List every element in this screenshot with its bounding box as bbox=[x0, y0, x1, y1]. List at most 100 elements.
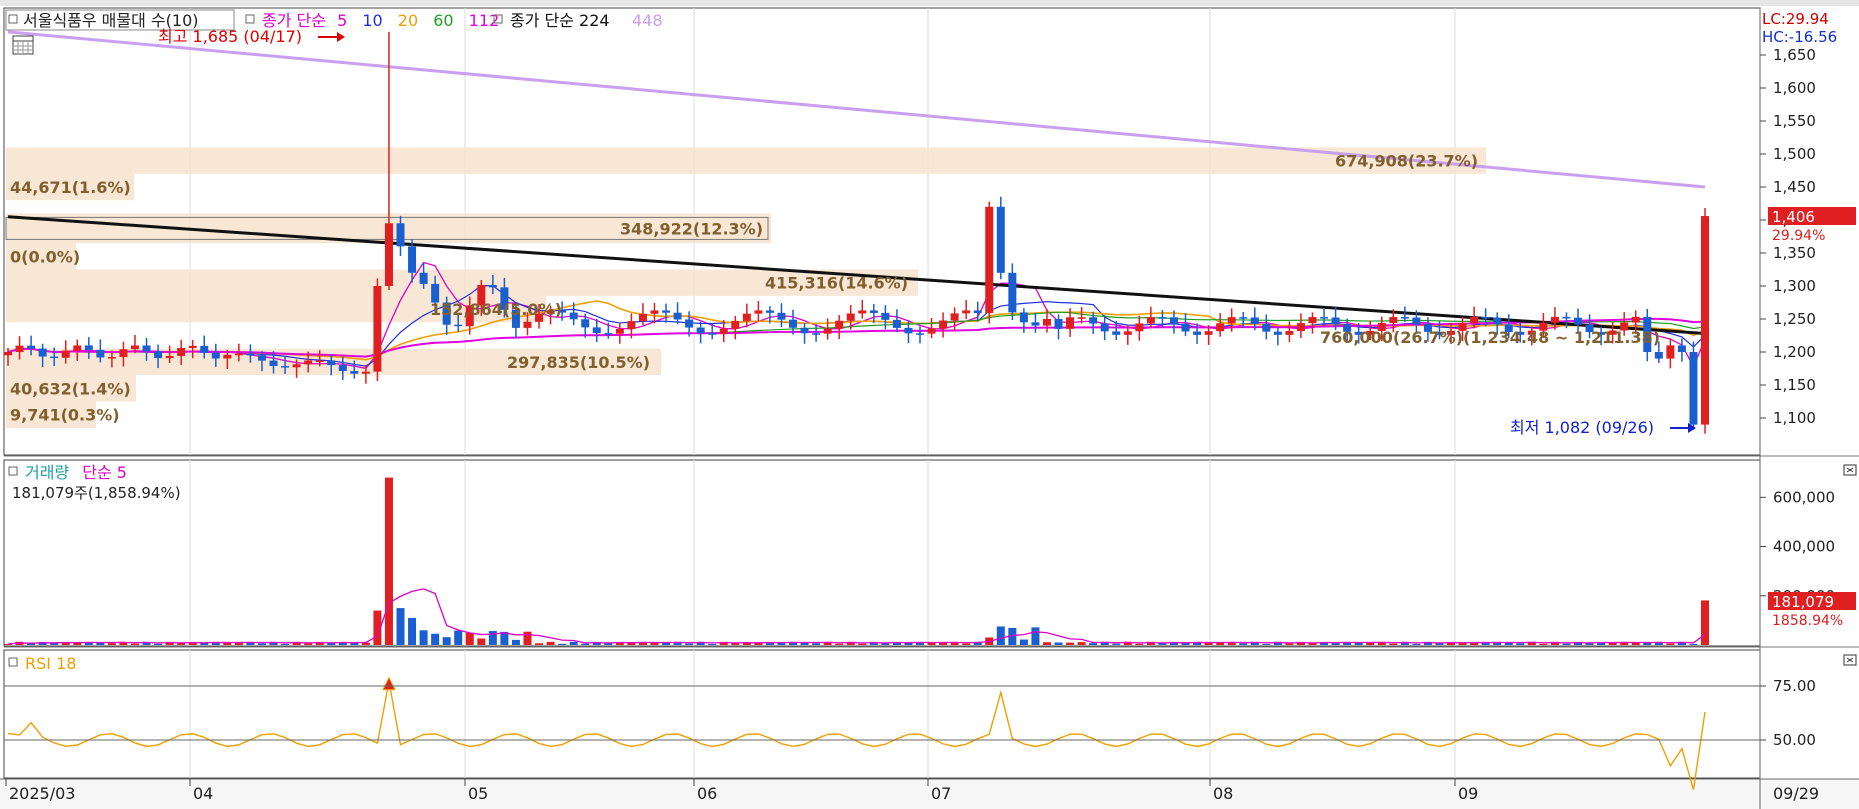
candle-body bbox=[1066, 317, 1075, 329]
candle-body bbox=[742, 313, 751, 321]
candle-body bbox=[292, 364, 301, 368]
candle-body bbox=[1250, 317, 1259, 324]
legend-ma2: 종가 단순 224 bbox=[510, 11, 610, 30]
volume-bar bbox=[996, 626, 1005, 645]
candle-body bbox=[1389, 317, 1398, 323]
volume-panel[interactable] bbox=[3, 459, 1761, 647]
candle-body bbox=[257, 355, 266, 361]
candle-body bbox=[638, 313, 647, 322]
rsi-panel-close[interactable] bbox=[1843, 654, 1857, 666]
volume-profile-label: 415,316(14.6%) bbox=[765, 274, 908, 293]
candle-body bbox=[454, 324, 463, 327]
candle-body bbox=[373, 286, 382, 372]
date-axis-right-label: 09/29 bbox=[1773, 784, 1819, 803]
candle-body bbox=[939, 320, 948, 329]
candle-body bbox=[61, 350, 70, 358]
candle-body bbox=[592, 327, 601, 334]
candle-body bbox=[846, 313, 855, 321]
volume-profile-label: 297,835(10.5%) bbox=[507, 353, 650, 372]
lc-value: LC:29.94 bbox=[1762, 10, 1829, 28]
candle-body bbox=[1181, 323, 1190, 332]
volume-info: 181,079주(1,858.94%) bbox=[12, 484, 181, 502]
price-tick-label: 1,450 bbox=[1773, 178, 1816, 196]
chart-window: 서울식품우 매물대 수(10) 종가 단순 5 10 20 60 112 종가 … bbox=[0, 0, 1859, 809]
volume-profile-label: 40,632(1.4%) bbox=[10, 379, 131, 398]
volume-bar bbox=[281, 643, 290, 645]
candle-body bbox=[765, 310, 774, 313]
candle-body bbox=[719, 328, 728, 334]
candle-body bbox=[1135, 323, 1144, 332]
price-tick-label: 1,350 bbox=[1773, 244, 1816, 262]
legend-ma-448: 448 bbox=[632, 11, 663, 30]
price-tick-label: 1,150 bbox=[1773, 376, 1816, 394]
candle-body bbox=[1193, 331, 1202, 335]
volume-bar bbox=[431, 633, 440, 645]
candle-body bbox=[1089, 317, 1098, 324]
current-price-pct: 29.94% bbox=[1772, 228, 1825, 244]
volume-bar bbox=[1412, 643, 1421, 645]
volume-bar bbox=[1216, 642, 1225, 645]
candle-body bbox=[1273, 331, 1282, 335]
volume-profile-label: 674,908(23.7%) bbox=[1335, 152, 1478, 171]
candle-body bbox=[488, 285, 497, 288]
price-tick-label: 1,500 bbox=[1773, 145, 1816, 163]
candle-body bbox=[234, 353, 243, 356]
candle-body bbox=[142, 345, 151, 352]
candle-body bbox=[211, 352, 220, 359]
candle-body bbox=[1470, 316, 1479, 323]
candle-body bbox=[569, 312, 578, 320]
candle-body bbox=[915, 333, 924, 335]
candle-body bbox=[15, 345, 24, 352]
candle-body bbox=[1677, 345, 1686, 352]
volume-bar bbox=[939, 642, 948, 645]
candle-body bbox=[615, 328, 624, 334]
legend-ma-5: 5 bbox=[337, 11, 347, 30]
candle-body bbox=[107, 357, 116, 359]
candle-body bbox=[1239, 317, 1248, 319]
candle-body bbox=[327, 360, 336, 366]
candle-body bbox=[604, 333, 613, 335]
volume-bar bbox=[1135, 643, 1144, 645]
price-tick-label: 1,250 bbox=[1773, 310, 1816, 328]
rsi-panel[interactable] bbox=[3, 649, 1761, 779]
volume-bar bbox=[962, 643, 971, 645]
volume-bar bbox=[1031, 627, 1040, 645]
candle-body bbox=[1331, 317, 1340, 325]
candle-body bbox=[904, 327, 913, 334]
volume-bar bbox=[1285, 643, 1294, 645]
volume-title-ma: 단순 5 bbox=[82, 463, 127, 482]
candle-body bbox=[1493, 317, 1502, 325]
candle-body bbox=[650, 310, 659, 314]
legend-ma-112: 112 bbox=[469, 11, 500, 30]
candle-body bbox=[927, 328, 936, 334]
candle-body bbox=[1666, 345, 1675, 359]
candle-body bbox=[315, 360, 324, 362]
candle-body bbox=[1701, 216, 1709, 425]
calendar-icon[interactable] bbox=[12, 35, 34, 55]
volume-bar bbox=[1066, 642, 1075, 645]
volume-bar bbox=[154, 643, 163, 645]
date-label: 07 bbox=[931, 784, 951, 803]
volume-profile-label: 152,864(5.0%) bbox=[430, 300, 562, 319]
volume-profile-label: 9,741(0.3%) bbox=[10, 406, 120, 425]
candle-body bbox=[419, 272, 428, 284]
candle-body bbox=[165, 355, 174, 359]
price-tick-label: 1,650 bbox=[1773, 46, 1816, 64]
candle-body bbox=[1123, 331, 1132, 335]
candle-body bbox=[4, 352, 12, 356]
volume-bar bbox=[442, 637, 451, 645]
volume-tick-label: 400,000 bbox=[1773, 538, 1835, 556]
volume-bar bbox=[1435, 643, 1444, 645]
candle-body bbox=[1481, 316, 1490, 319]
volume-bar bbox=[546, 641, 555, 645]
candle-body bbox=[950, 313, 959, 321]
rsi-tick-label: 50.00 bbox=[1773, 731, 1816, 749]
volume-panel-close[interactable] bbox=[1843, 464, 1857, 476]
volume-bar bbox=[1239, 643, 1248, 645]
candle-body bbox=[1320, 317, 1329, 319]
candle-body bbox=[869, 310, 878, 313]
price-tick-label: 1,550 bbox=[1773, 112, 1816, 130]
candle-body bbox=[1204, 331, 1213, 335]
candle-body bbox=[1031, 322, 1040, 326]
volume-bar bbox=[1366, 643, 1375, 645]
